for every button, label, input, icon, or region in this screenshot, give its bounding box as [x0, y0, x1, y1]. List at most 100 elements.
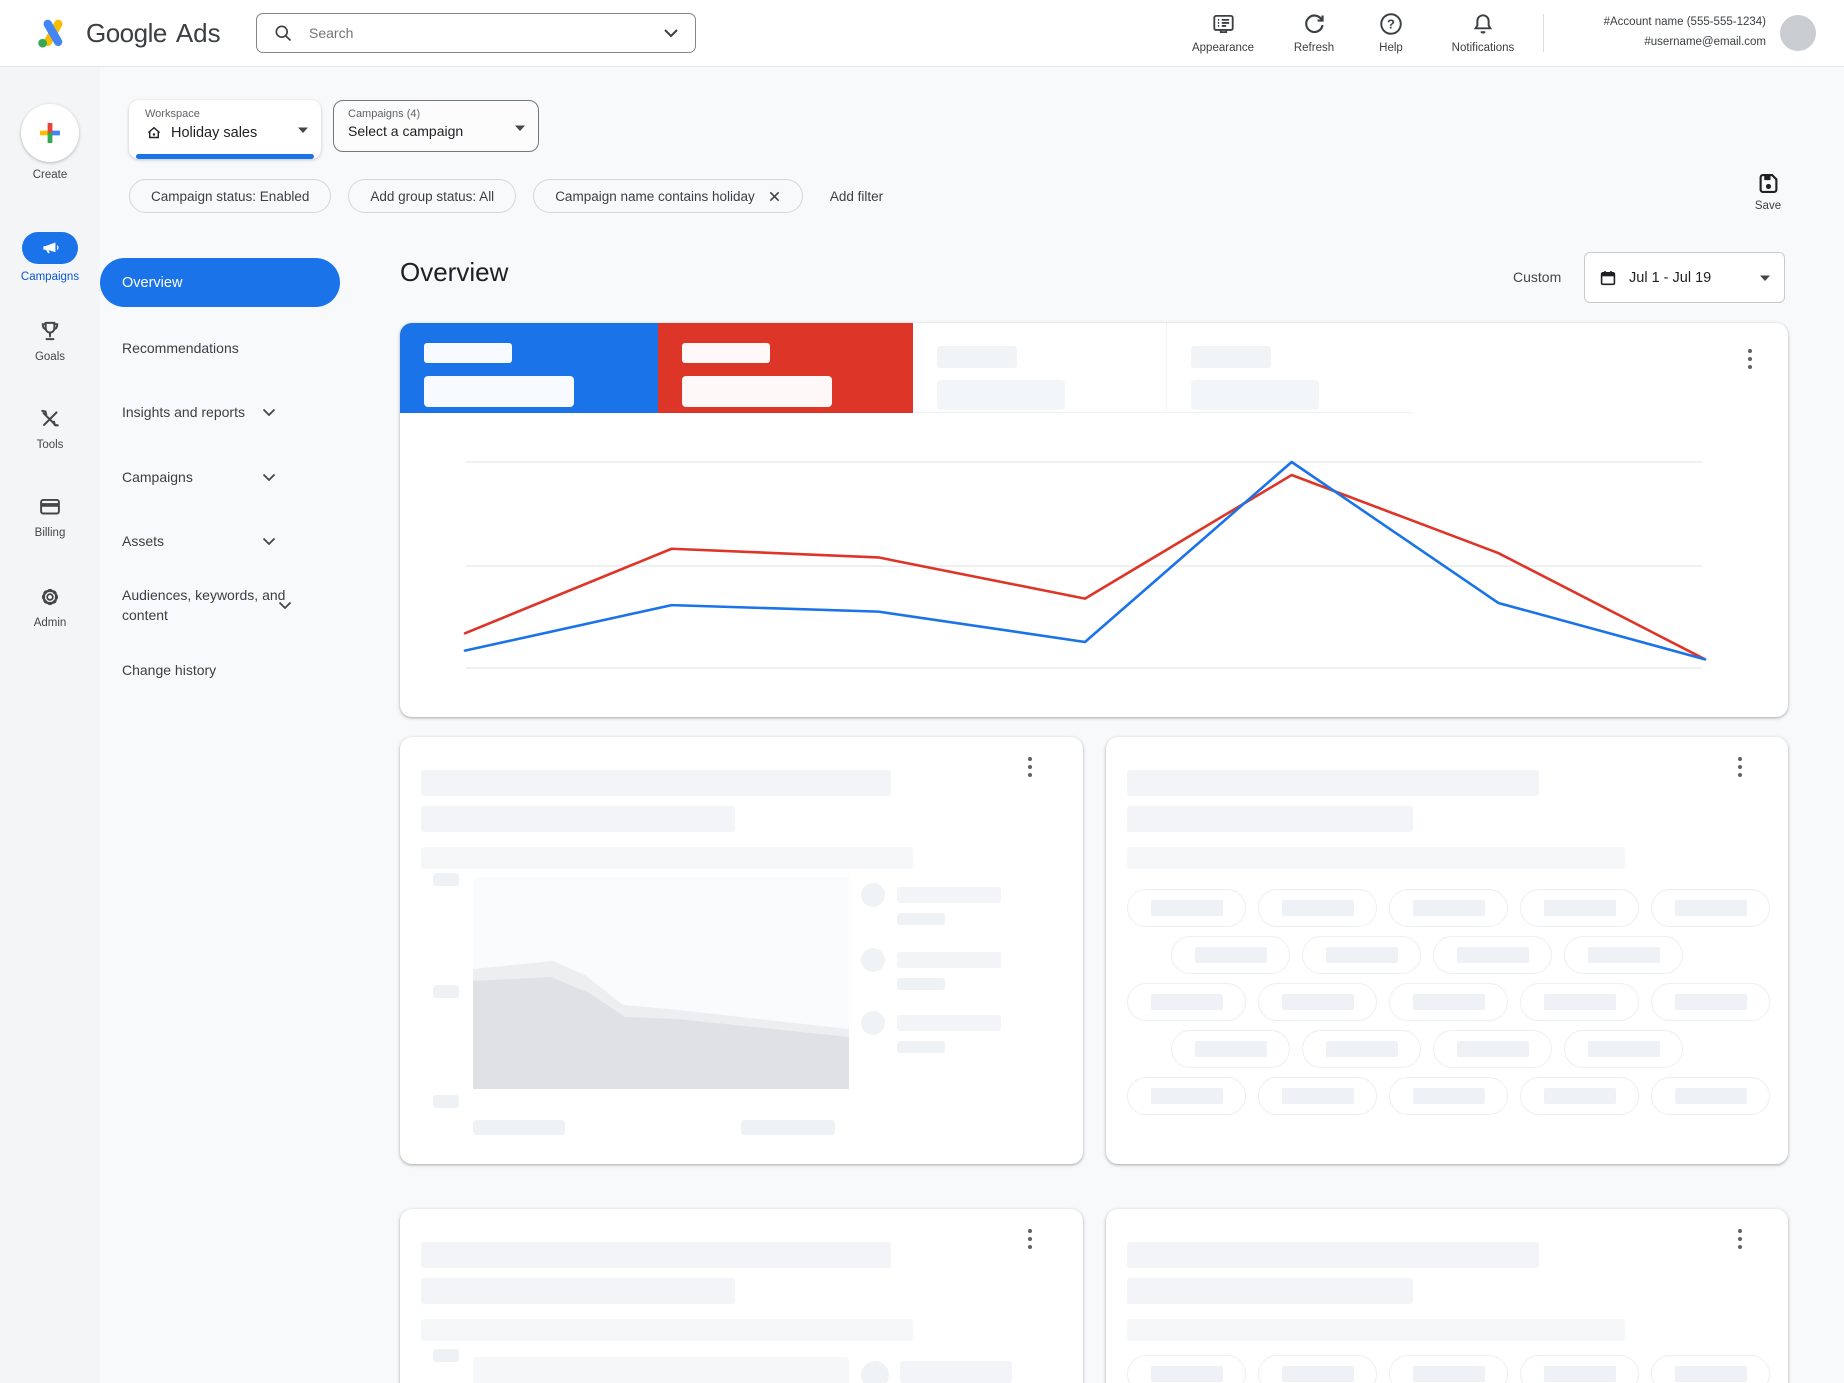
skeleton-bar: [421, 1242, 891, 1268]
add-filter-button[interactable]: Add filter: [830, 189, 883, 204]
search-input[interactable]: [307, 24, 649, 42]
action-label: Notifications: [1452, 42, 1515, 54]
metric-tab-red[interactable]: [658, 323, 913, 413]
skeleton-chip: [1127, 1077, 1246, 1115]
date-range-mode[interactable]: Custom: [1513, 269, 1561, 285]
remove-filter-button[interactable]: [768, 190, 781, 203]
skeleton-chip: [1127, 1355, 1246, 1383]
sidebar-item-billing[interactable]: Billing: [0, 494, 100, 539]
skeleton-chip: [1520, 1355, 1639, 1383]
google-ads-logo-icon: [33, 15, 73, 51]
skeleton-chip: [1389, 1355, 1508, 1383]
nav-rail: Create Campaigns Goals: [0, 66, 100, 1383]
skeleton-legend-label: [897, 887, 1001, 903]
chevron-down-icon: [278, 601, 292, 610]
skeleton-legend-swatch: [861, 1011, 885, 1035]
filter-chip-ad-group-status[interactable]: Add group status: All: [348, 179, 516, 213]
calendar-icon: [1598, 268, 1618, 288]
skeleton-chip: [1258, 1355, 1377, 1383]
avatar[interactable]: [1780, 15, 1816, 51]
skeleton-chip-grid: [1127, 889, 1770, 1124]
metric-tab-inactive[interactable]: [913, 323, 1166, 413]
skeleton-chip: [1433, 936, 1552, 974]
skeleton-axis-tick: [433, 1095, 459, 1108]
skeleton-chip: [1171, 936, 1290, 974]
subnav-item-audiences-keywords-content[interactable]: Audiences, keywords, and content: [100, 585, 350, 626]
skeleton-chip: [1302, 936, 1421, 974]
caret-down-icon: [1759, 274, 1771, 282]
appearance-button[interactable]: Appearance: [1178, 11, 1268, 54]
save-button[interactable]: Save: [1742, 170, 1794, 212]
card-menu-button[interactable]: [1738, 757, 1742, 781]
summary-card-left-2: [400, 1209, 1083, 1383]
trophy-icon: [37, 318, 63, 344]
rail-item-label: Admin: [34, 617, 67, 629]
chevron-down-icon[interactable]: [663, 28, 679, 38]
skeleton-chip-grid: [1127, 1355, 1770, 1383]
subnav-item-assets[interactable]: Assets: [100, 531, 340, 551]
blue-metric-line: [465, 462, 1705, 659]
skeleton-chip: [1520, 889, 1639, 927]
skeleton-area-chart: [473, 877, 849, 1089]
sidebar-item-goals[interactable]: Goals: [0, 318, 100, 363]
sidebar-item-campaigns[interactable]: Campaigns: [0, 232, 100, 283]
google-ads-logo[interactable]: Google Ads: [33, 0, 221, 66]
skeleton-chip: [1520, 983, 1639, 1021]
skeleton-chip: [1302, 1030, 1421, 1068]
account-info[interactable]: #Account name (555-555-1234) #username@e…: [1604, 12, 1766, 52]
rail-item-label: Tools: [37, 439, 64, 451]
metric-tab-inactive[interactable]: [1166, 323, 1412, 413]
card-menu-button[interactable]: [1028, 1229, 1032, 1253]
page-title: Overview: [400, 257, 508, 288]
skeleton-bar: [1127, 1242, 1539, 1268]
filter-chip-campaign-name[interactable]: Campaign name contains holiday: [533, 179, 803, 213]
notifications-icon: [1470, 11, 1496, 37]
skeleton-legend-value: [897, 1041, 945, 1053]
date-range-picker[interactable]: Jul 1 - Jul 19: [1584, 252, 1785, 303]
campaign-selector[interactable]: Campaigns (4) Select a campaign: [333, 100, 539, 152]
subnav-label: Assets: [122, 533, 164, 549]
subnav-item-recommendations[interactable]: Recommendations: [100, 338, 340, 358]
skeleton-bar: [1127, 806, 1413, 832]
rail-item-label: Campaigns: [21, 271, 79, 283]
sidebar-item-tools[interactable]: Tools: [0, 406, 100, 451]
subnav-item-insights-reports[interactable]: Insights and reports: [100, 402, 340, 422]
help-button[interactable]: ? Help: [1346, 11, 1436, 54]
subnav-label: Recommendations: [122, 340, 239, 356]
red-metric-line: [465, 475, 1705, 659]
subnav-item-campaigns[interactable]: Campaigns: [100, 467, 340, 487]
card-menu-button[interactable]: [1738, 1229, 1742, 1253]
summary-card-right-2: [1106, 1209, 1788, 1383]
subnav-item-overview[interactable]: Overview: [100, 258, 340, 307]
skeleton-chip: [1127, 889, 1246, 927]
subnav-label: Campaigns: [122, 469, 193, 485]
skeleton-legend-value: [897, 913, 945, 925]
skeleton-legend-label: [897, 1015, 1001, 1031]
skeleton-chip: [1258, 1077, 1377, 1115]
skeleton-bar: [1127, 847, 1625, 869]
skeleton-axis-label: [473, 1120, 565, 1135]
search-box[interactable]: [256, 13, 696, 53]
sidebar-item-admin[interactable]: Admin: [0, 584, 100, 629]
filter-chip-campaign-status[interactable]: Campaign status: Enabled: [129, 179, 331, 213]
skeleton-legend-value: [897, 978, 945, 990]
card-menu-button[interactable]: [1748, 349, 1752, 373]
create-button[interactable]: Create: [0, 104, 100, 181]
skeleton-axis-tick: [433, 1349, 459, 1362]
home-icon: [145, 124, 163, 142]
subnav-item-change-history[interactable]: Change history: [100, 660, 340, 680]
card-menu-button[interactable]: [1028, 757, 1032, 781]
notifications-button[interactable]: Notifications: [1438, 11, 1528, 54]
topbar-divider: [1543, 14, 1544, 52]
workspace-selector[interactable]: Workspace Holiday sales: [129, 100, 321, 159]
skeleton-chip: [1651, 983, 1770, 1021]
chip-label: Campaign status: Enabled: [151, 189, 309, 204]
tools-icon: [37, 406, 63, 432]
search-icon: [273, 23, 293, 43]
megaphone-icon: [40, 238, 60, 258]
skeleton-metric-label: [937, 346, 1017, 368]
plus-icon: [36, 119, 64, 147]
filter-bar: Campaign status: Enabled Add group statu…: [129, 179, 883, 213]
caret-down-icon: [297, 126, 309, 134]
metric-tab-blue[interactable]: [400, 323, 658, 413]
